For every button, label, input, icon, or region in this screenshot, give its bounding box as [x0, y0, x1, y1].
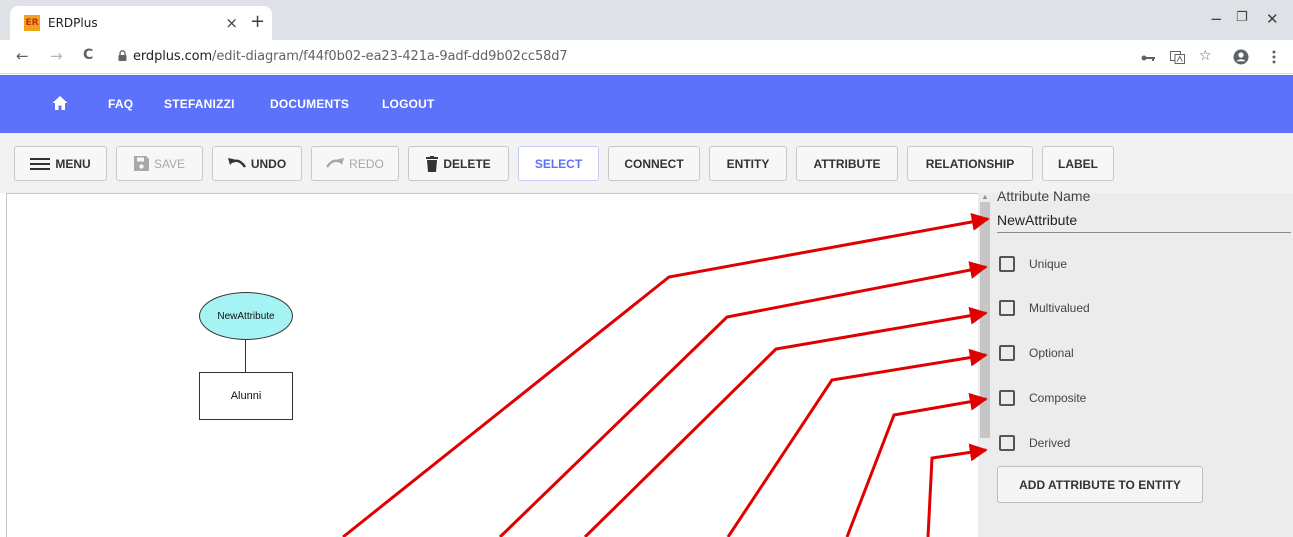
minimize-icon[interactable]: − — [1210, 10, 1223, 28]
menu-icon — [30, 157, 51, 170]
nav-faq[interactable]: FAQ — [108, 97, 133, 111]
nav-documents[interactable]: DOCUMENTS — [270, 97, 349, 111]
label-tool-label: LABEL — [1058, 156, 1098, 171]
erdplus-favicon-icon: ER — [24, 15, 40, 31]
multivalued-label: Multivalued — [1029, 301, 1090, 315]
undo-icon — [227, 158, 246, 168]
app-header: FAQ STEFANIZZI DOCUMENTS LOGOUT — [0, 75, 1293, 133]
attribute-name-input[interactable] — [997, 208, 1291, 233]
entity-node-label: Alunni — [230, 390, 262, 402]
entity-node[interactable]: Alunni — [199, 372, 293, 420]
attribute-name-label: Attribute Name — [997, 188, 1091, 204]
connect-button[interactable]: CONNECT — [608, 146, 700, 181]
browser-tabstrip: ER ERDPlus × + − ❐ ✕ — [0, 0, 1293, 40]
add-attribute-label: ADD ATTRIBUTE TO ENTITY — [1019, 477, 1181, 492]
save-label: SAVE — [153, 156, 186, 171]
connect-label: CONNECT — [624, 156, 684, 171]
checkbox-optional[interactable]: Optional — [999, 343, 1074, 363]
relationship-button[interactable]: RELATIONSHIP — [907, 146, 1033, 181]
screen: ER ERDPlus × + − ❐ ✕ ← → C erdplus.com/e… — [0, 0, 1293, 537]
unique-checkbox-icon[interactable] — [999, 256, 1015, 272]
diagram-toolbar: MENU SAVE UNDO REDO DELETE SELECT CONNEC… — [0, 133, 1293, 193]
diagram-canvas[interactable] — [6, 193, 978, 537]
trash-icon — [426, 155, 439, 172]
redo-label: REDO — [349, 156, 384, 171]
key-icon[interactable] — [1141, 55, 1155, 61]
menu-label: MENU — [55, 156, 91, 171]
close-window-icon[interactable]: ✕ — [1266, 10, 1279, 28]
attribute-connector-line — [245, 340, 246, 372]
redo-icon — [326, 158, 345, 168]
delete-label: DELETE — [443, 156, 491, 171]
composite-label: Composite — [1029, 391, 1087, 405]
restore-icon[interactable]: ❐ — [1236, 10, 1248, 25]
back-icon[interactable]: ← — [16, 47, 29, 65]
address-bar[interactable]: erdplus.com/edit-diagram/f44f0b02-ea23-4… — [133, 49, 568, 64]
more-icon[interactable] — [1272, 50, 1276, 64]
browser-toolbar: ← → C erdplus.com/edit-diagram/f44f0b02-… — [0, 40, 1293, 74]
relationship-label: RELATIONSHIP — [925, 156, 1015, 171]
url-domain: erdplus.com — [133, 49, 213, 64]
save-button[interactable]: SAVE — [116, 146, 203, 181]
redo-button[interactable]: REDO — [311, 146, 399, 181]
derived-checkbox-icon[interactable] — [999, 435, 1015, 451]
scroll-up-arrow-icon[interactable]: ▲ — [980, 193, 990, 202]
tab-title: ERDPlus — [48, 16, 98, 30]
checkbox-multivalued[interactable]: Multivalued — [999, 298, 1090, 318]
select-button[interactable]: SELECT — [518, 146, 599, 181]
attribute-node-label: NewAttribute — [217, 310, 275, 322]
delete-button[interactable]: DELETE — [408, 146, 509, 181]
lock-icon — [118, 50, 127, 61]
nav-user[interactable]: STEFANIZZI — [164, 97, 235, 111]
translate-icon[interactable] — [1170, 51, 1185, 64]
checkbox-derived[interactable]: Derived — [999, 433, 1070, 453]
undo-button[interactable]: UNDO — [212, 146, 302, 181]
optional-label: Optional — [1029, 346, 1074, 360]
browser-tab[interactable]: ER ERDPlus × — [10, 6, 272, 40]
checkbox-unique[interactable]: Unique — [999, 254, 1067, 274]
forward-icon[interactable]: → — [50, 47, 63, 65]
entity-label: ENTITY — [726, 156, 770, 171]
composite-checkbox-icon[interactable] — [999, 390, 1015, 406]
tab-close-icon[interactable]: × — [225, 14, 238, 32]
checkbox-composite[interactable]: Composite — [999, 388, 1086, 408]
add-attribute-to-entity-button[interactable]: ADD ATTRIBUTE TO ENTITY — [997, 466, 1203, 503]
attribute-button[interactable]: ATTRIBUTE — [796, 146, 898, 181]
url-path: /edit-diagram/f44f0b02-ea23-421a-9adf-dd… — [212, 49, 568, 64]
nav-logout[interactable]: LOGOUT — [382, 97, 435, 111]
star-icon[interactable]: ☆ — [1199, 48, 1212, 64]
attribute-node[interactable]: NewAttribute — [199, 292, 293, 340]
label-button[interactable]: LABEL — [1042, 146, 1114, 181]
unique-label: Unique — [1029, 257, 1068, 271]
account-icon[interactable] — [1233, 49, 1249, 65]
multivalued-checkbox-icon[interactable] — [999, 300, 1015, 316]
entity-button[interactable]: ENTITY — [709, 146, 787, 181]
select-label: SELECT — [534, 156, 583, 171]
reload-icon[interactable]: C — [83, 47, 93, 63]
menu-button[interactable]: MENU — [14, 146, 107, 181]
optional-checkbox-icon[interactable] — [999, 345, 1015, 361]
derived-label: Derived — [1029, 436, 1071, 450]
panel-scrollbar[interactable] — [980, 202, 990, 438]
attribute-label: ATTRIBUTE — [813, 156, 881, 171]
undo-label: UNDO — [250, 156, 287, 171]
new-tab-icon[interactable]: + — [250, 11, 265, 32]
home-icon[interactable] — [52, 95, 68, 111]
save-icon — [133, 156, 149, 171]
